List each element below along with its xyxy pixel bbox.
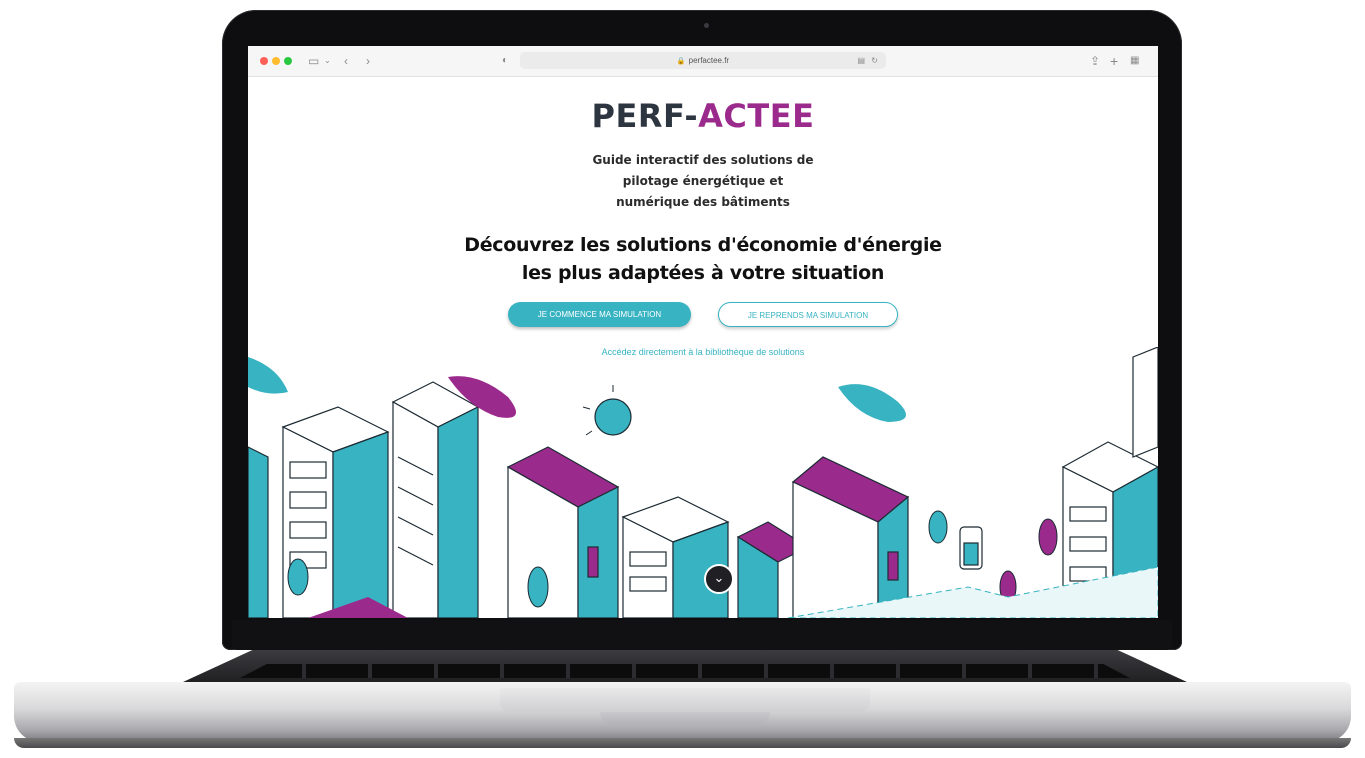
resume-simulation-button[interactable]: JE REPRENDS MA SIMULATION <box>718 302 898 327</box>
browser-toolbar: ▭ ⌄ ‹ › ◐ 🔒 perfactee.fr ▤ ↻ ⇪ + ▦ <box>248 46 1158 77</box>
sidebar-icon[interactable]: ▭ <box>308 52 319 70</box>
url-text: perfactee.fr <box>688 56 730 65</box>
start-simulation-button[interactable]: JE COMMENCE MA SIMULATION <box>508 302 691 327</box>
share-icon[interactable]: ⇪ <box>1090 52 1100 70</box>
keyboard-keys <box>240 664 1130 678</box>
laptop-base-edge <box>14 738 1351 748</box>
laptop-bezel-bottom <box>232 620 1172 650</box>
web-page: PERF-ACTEE Guide interactif des solution… <box>248 77 1158 618</box>
maximize-window-button[interactable] <box>284 57 292 65</box>
close-window-button[interactable] <box>260 57 268 65</box>
new-tab-icon[interactable]: + <box>1110 52 1118 70</box>
site-logo[interactable]: PERF-ACTEE <box>248 97 1158 135</box>
trackpad <box>500 688 870 712</box>
chevron-down-icon: ⌄ <box>713 570 725 585</box>
back-icon[interactable]: ‹ <box>344 52 348 70</box>
lock-icon: 🔒 <box>676 58 686 65</box>
forward-icon[interactable]: › <box>366 52 370 70</box>
lid-notch <box>600 712 770 726</box>
minimize-window-button[interactable] <box>272 57 280 65</box>
scroll-down-button[interactable]: ⌄ <box>704 564 734 594</box>
site-subtitle: Guide interactif des solutions de pilota… <box>592 153 814 209</box>
translate-icon[interactable]: ▤ <box>858 56 866 65</box>
tabs-overview-icon[interactable]: ▦ <box>1130 52 1139 70</box>
chevron-down-icon[interactable]: ⌄ <box>324 52 331 70</box>
city-illustration <box>248 347 1158 618</box>
reload-icon[interactable]: ↻ <box>871 56 878 65</box>
browser-window: ▭ ⌄ ‹ › ◐ 🔒 perfactee.fr ▤ ↻ ⇪ + ▦ PERF-A… <box>248 46 1158 618</box>
address-bar[interactable]: 🔒 perfactee.fr ▤ ↻ <box>520 52 886 69</box>
shield-icon[interactable]: ◐ <box>502 52 508 70</box>
hero-headline: Découvrez les solutions d'économie d'éne… <box>464 234 942 284</box>
camera <box>704 23 709 28</box>
